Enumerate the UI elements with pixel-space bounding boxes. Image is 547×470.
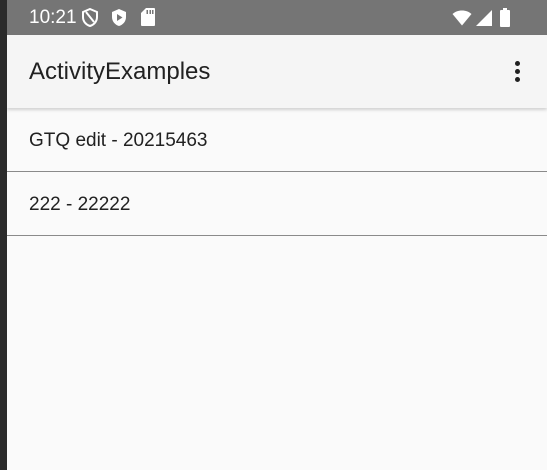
list-item-text: 222 - 22222 (29, 194, 131, 215)
more-vert-icon (515, 61, 520, 66)
more-options-button[interactable] (503, 55, 533, 89)
play-protect-icon (112, 9, 126, 26)
phone-screen: 10:21 ActivityExamples GTQ edit - 202154… (7, 0, 547, 470)
more-vert-icon-dot (515, 77, 520, 82)
list-item[interactable]: 222 - 22222 (7, 172, 547, 236)
wifi-icon (452, 10, 472, 26)
battery-icon (500, 8, 510, 27)
sd-card-icon (141, 8, 155, 26)
more-vert-icon-dot (515, 69, 520, 74)
status-time: 10:21 (29, 7, 77, 28)
app-bar: ActivityExamples (7, 35, 547, 108)
activity-list: GTQ edit - 20215463 222 - 22222 (7, 108, 547, 236)
list-item-text: GTQ edit - 20215463 (29, 130, 208, 151)
shield-outline-icon (82, 8, 98, 27)
list-item[interactable]: GTQ edit - 20215463 (7, 108, 547, 172)
cellular-signal-icon (476, 10, 492, 26)
app-title: ActivityExamples (29, 58, 211, 85)
status-bar: 10:21 (7, 0, 547, 35)
